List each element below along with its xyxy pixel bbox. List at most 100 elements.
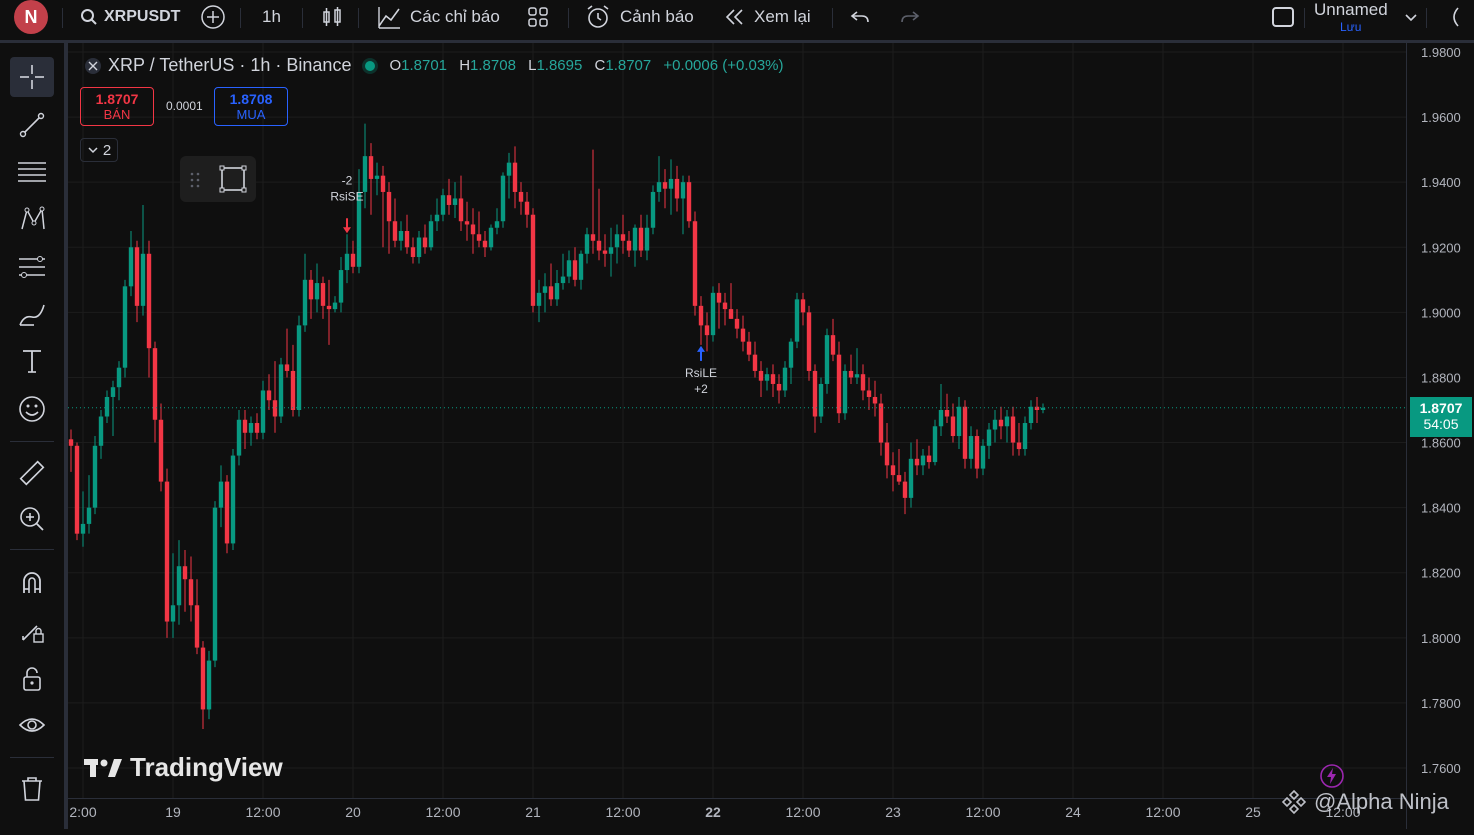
collapse-legend-button[interactable]: 2 [80, 138, 118, 162]
candle [224, 475, 230, 554]
indicators-label: Các chỉ báo [410, 7, 500, 26]
time-axis[interactable]: 2:00 19 12:00 20 12:00 21 12:00 22 12:00 23 12:00 2… [68, 798, 1406, 830]
trendline-tool[interactable] [10, 105, 54, 145]
rectangle-tool-icon[interactable] [218, 164, 248, 194]
candle-body [92, 445, 98, 508]
candle [596, 188, 602, 261]
pattern-tool[interactable] [10, 199, 54, 239]
series-legend[interactable]: XRP / TetherUS · 1h · Binance O1.8701 H1… [84, 55, 784, 76]
lock-all-tool[interactable] [10, 659, 54, 699]
candle [1022, 416, 1028, 456]
ruler-tool[interactable] [10, 453, 54, 493]
layout-menu-button[interactable] [1404, 0, 1418, 34]
sell-signal-qty: -2 [342, 173, 353, 187]
chart-pane[interactable]: -2 RsiSE RsiLE +2 [68, 43, 1406, 798]
floating-drawing-toolbar[interactable] [180, 156, 256, 202]
fullscreen-button[interactable] [1444, 0, 1474, 34]
drag-handle-icon[interactable] [188, 170, 202, 190]
user-avatar[interactable]: N [14, 0, 48, 34]
magnet-icon [23, 572, 41, 593]
candle-body [686, 182, 692, 222]
candle-body [944, 410, 950, 417]
lightning-icon[interactable] [1318, 762, 1346, 790]
candle-body [770, 374, 776, 384]
candle-body [764, 374, 770, 381]
candle-body [542, 286, 548, 293]
candle-body [998, 419, 1004, 427]
toolbar-divider [358, 8, 359, 28]
prediction-tool[interactable] [10, 247, 54, 287]
candle-body [674, 178, 680, 199]
chart-type-button[interactable] [320, 0, 344, 34]
layout-square-icon[interactable] [1272, 7, 1294, 27]
alert-button[interactable]: Cảnh báo [584, 0, 694, 34]
candle [560, 253, 566, 290]
candle [644, 214, 650, 261]
layout-save-label[interactable]: Lưu [1340, 20, 1361, 34]
candle [1004, 410, 1010, 443]
undo-button[interactable] [848, 0, 872, 34]
remove-drawings-tool[interactable] [10, 769, 54, 809]
candle [752, 341, 758, 378]
candle-body [1022, 423, 1028, 450]
time-tick-label: 12:00 [605, 804, 640, 820]
emoji-tool[interactable] [10, 389, 54, 429]
time-tick-label: 12:00 [245, 804, 280, 820]
crosshair-tool[interactable] [10, 57, 54, 97]
candle-body [200, 647, 206, 710]
candle-body [908, 458, 914, 498]
candle-body [500, 175, 506, 222]
candle-body [866, 390, 872, 397]
candle-body [254, 423, 260, 433]
time-tick-label: 23 [885, 804, 901, 820]
candle-body [692, 221, 698, 306]
candle [782, 361, 788, 397]
candle-body [116, 367, 122, 388]
candle [434, 198, 440, 231]
candle [80, 491, 86, 547]
candle [872, 380, 878, 417]
candle [428, 214, 434, 251]
replay-button[interactable]: Xem lại [722, 0, 811, 34]
interval-button[interactable]: 1h [262, 0, 281, 34]
compare-button[interactable] [200, 0, 226, 34]
candle [296, 315, 302, 417]
candle [650, 185, 656, 235]
candle-body [392, 221, 398, 241]
candle [716, 283, 722, 329]
text-tool[interactable] [10, 341, 54, 381]
hide-drawings-tool[interactable] [10, 705, 54, 745]
candle-body [926, 455, 932, 463]
price-tick-label: 1.8200 [1421, 566, 1461, 581]
candle-body [704, 325, 710, 336]
candle-body [890, 465, 896, 476]
redo-button[interactable] [898, 0, 922, 34]
fib-tool[interactable] [10, 151, 54, 191]
candle [260, 380, 266, 440]
sell-button[interactable]: 1.8707 BÁN [80, 87, 154, 126]
candle [536, 279, 542, 323]
left-drawing-toolbar [0, 43, 68, 829]
candle-body [368, 156, 374, 179]
buy-label: MUA [236, 107, 266, 122]
symbol-search-button[interactable]: XRPUSDT [80, 0, 180, 34]
candle [830, 318, 836, 362]
lock-drawings-tool[interactable] [10, 611, 54, 651]
candle-body [860, 374, 866, 391]
layout-name[interactable]: Unnamed [1314, 0, 1388, 20]
candlestick-chart[interactable]: -2 RsiSE RsiLE +2 [68, 43, 1406, 798]
templates-button[interactable] [526, 0, 550, 34]
candle-body [152, 348, 158, 420]
brush-tool[interactable] [10, 295, 54, 335]
magnet-tool[interactable] [10, 563, 54, 603]
candle [92, 436, 98, 515]
tradingview-logo[interactable]: TradingView [84, 752, 283, 783]
buy-button[interactable]: 1.8708 MUA [214, 87, 288, 126]
zoom-tool[interactable] [10, 499, 54, 539]
watermark: @Alpha Ninja [1280, 788, 1449, 816]
candle-body [128, 247, 134, 287]
candle [308, 270, 314, 319]
candle [374, 162, 380, 196]
indicators-button[interactable]: Các chỉ báo [376, 0, 500, 34]
close-value: 1.8707 [605, 57, 652, 74]
